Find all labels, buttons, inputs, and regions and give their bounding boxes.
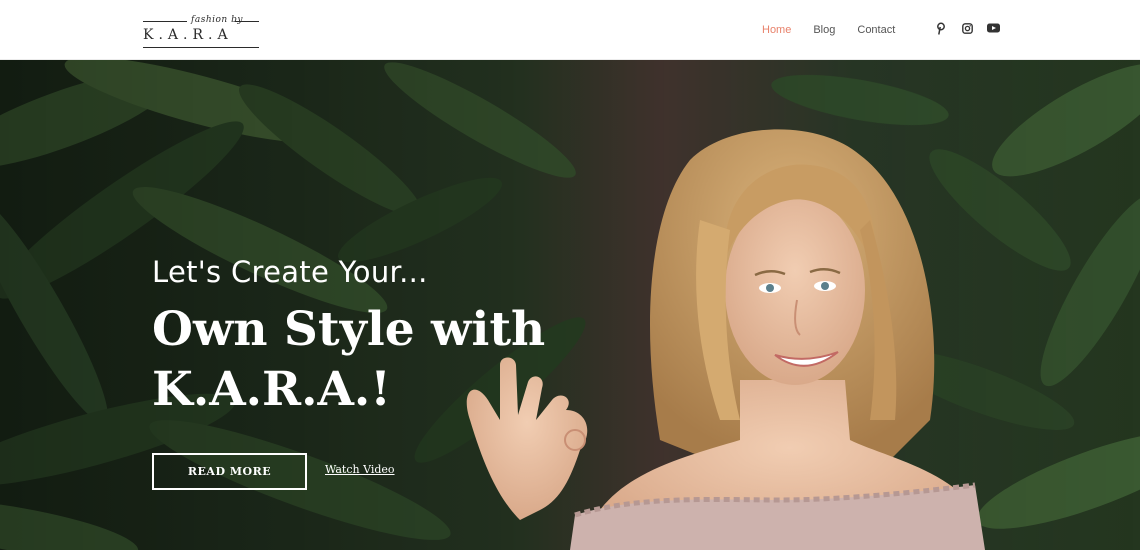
watch-video-link[interactable]: Watch Video (325, 463, 395, 476)
hero-section: Let's Create Your... Own Style with K.A.… (0, 60, 1140, 550)
main-nav: Home Blog Contact (762, 22, 917, 38)
pinterest-icon[interactable] (934, 21, 948, 35)
social-links (934, 20, 1012, 36)
hero-headline-line-1: Own Style with (152, 302, 546, 357)
logo-wordmark: K.A.R.A (143, 27, 233, 43)
instagram-icon[interactable] (960, 21, 974, 35)
site-header: fashion by K.A.R.A Home Blog Contact (0, 0, 1140, 60)
hero-headline-line-2: K.A.R.A.! (152, 362, 391, 417)
hero-headline: Own Style with K.A.R.A.! (152, 300, 652, 420)
nav-blog-link[interactable]: Blog (813, 24, 835, 36)
youtube-icon[interactable] (986, 21, 1000, 35)
logo-script: fashion by (191, 15, 243, 25)
logo-rule-left (143, 21, 187, 22)
nav-contact-link[interactable]: Contact (857, 24, 895, 36)
read-more-button[interactable]: READ MORE (152, 453, 307, 490)
logo-rule-right (235, 21, 259, 22)
hero-tagline: Let's Create Your... (152, 255, 428, 289)
kara-logo[interactable]: fashion by K.A.R.A (143, 12, 259, 50)
nav-home-link[interactable]: Home (762, 24, 791, 36)
logo-underline (143, 47, 259, 48)
